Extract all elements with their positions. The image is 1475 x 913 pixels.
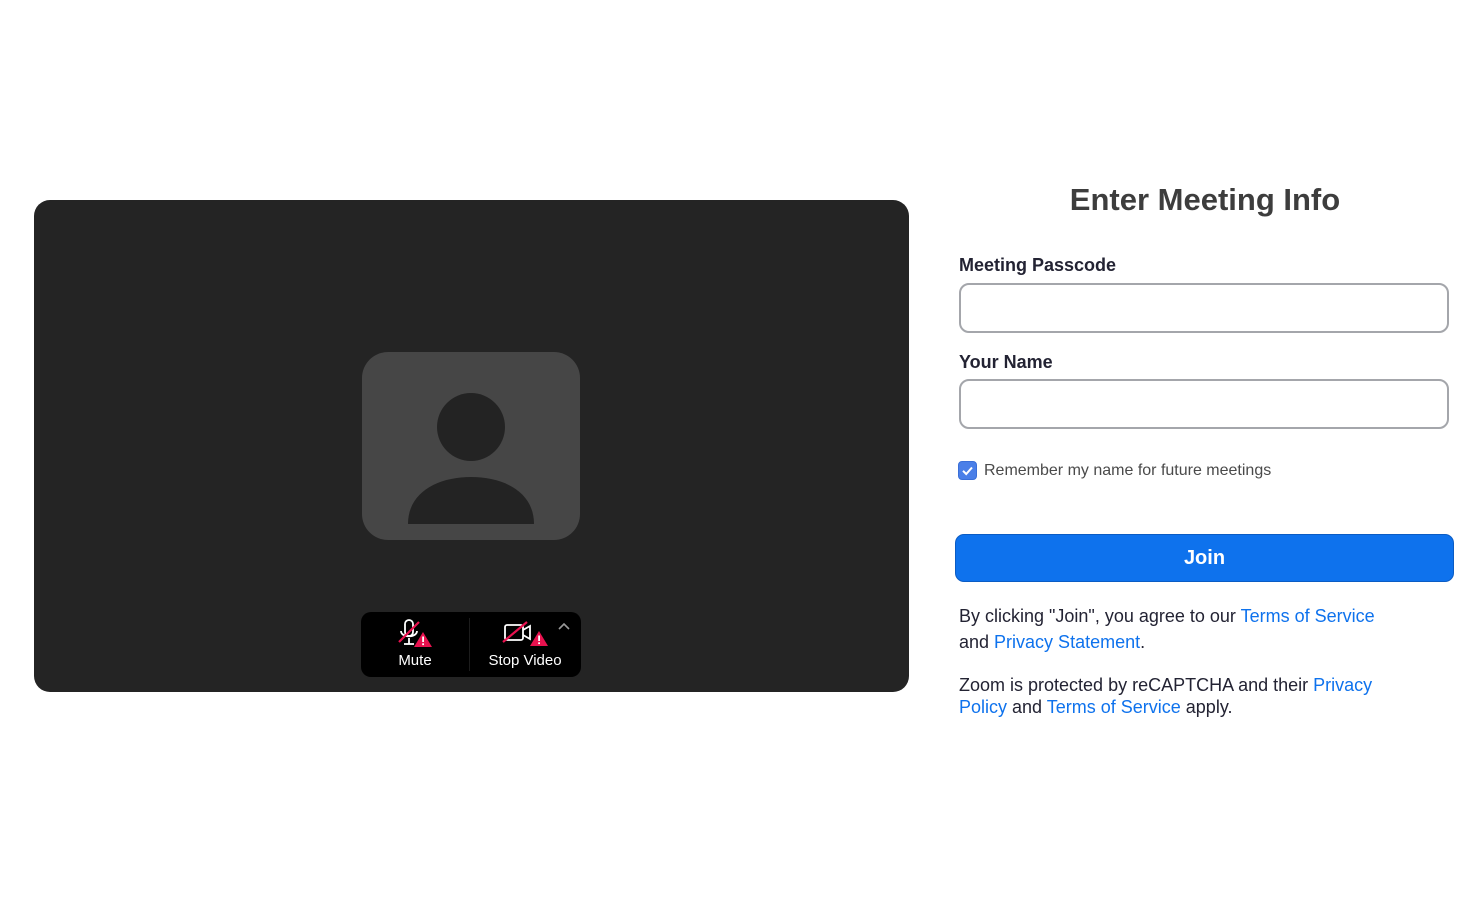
page-title: Enter Meeting Info <box>1069 182 1341 217</box>
join-meeting-page: Mute Stop Video Enter Meeting Info Meeti… <box>0 0 1475 913</box>
stop-video-button[interactable]: Stop Video <box>469 612 581 677</box>
preview-controls: Mute Stop Video <box>361 612 581 677</box>
remember-name-label: Remember my name for future meetings <box>984 461 1272 479</box>
recaptcha-suffix: apply. <box>1180 697 1233 717</box>
passcode-input[interactable] <box>959 283 1449 333</box>
camera-off-warning-icon <box>499 620 551 650</box>
mute-button[interactable]: Mute <box>361 612 469 677</box>
recaptcha-notice-text: Zoom is protected by reCAPTCHA and their… <box>959 674 1409 718</box>
microphone-off-warning-icon <box>395 618 435 650</box>
chevron-up-icon[interactable] <box>557 620 571 634</box>
agree-and: and <box>959 632 995 652</box>
name-input[interactable] <box>959 379 1449 429</box>
stop-video-label: Stop Video <box>488 652 562 669</box>
name-label: Your Name <box>959 352 1053 372</box>
privacy-statement-link[interactable]: Privacy Statement <box>994 632 1140 652</box>
join-button[interactable]: Join <box>955 534 1454 582</box>
mute-label: Mute <box>398 652 432 669</box>
terms-agreement-text: By clicking "Join", you agree to our Ter… <box>959 603 1409 655</box>
agree-prefix: By clicking "Join", you agree to our <box>959 606 1241 626</box>
recaptcha-terms-link[interactable]: Terms of Service <box>1047 697 1181 717</box>
remember-name-checkbox[interactable]: Remember my name for future meetings <box>958 461 1271 480</box>
terms-of-service-link[interactable]: Terms of Service <box>1241 606 1375 626</box>
recaptcha-and: and <box>1007 697 1047 717</box>
video-preview: Mute Stop Video <box>34 200 909 692</box>
passcode-label: Meeting Passcode <box>959 255 1117 275</box>
agree-suffix: . <box>1140 632 1146 652</box>
recaptcha-prefix: Zoom is protected by reCAPTCHA and their <box>959 675 1314 695</box>
person-placeholder-icon <box>362 352 580 540</box>
check-icon[interactable] <box>958 461 977 480</box>
